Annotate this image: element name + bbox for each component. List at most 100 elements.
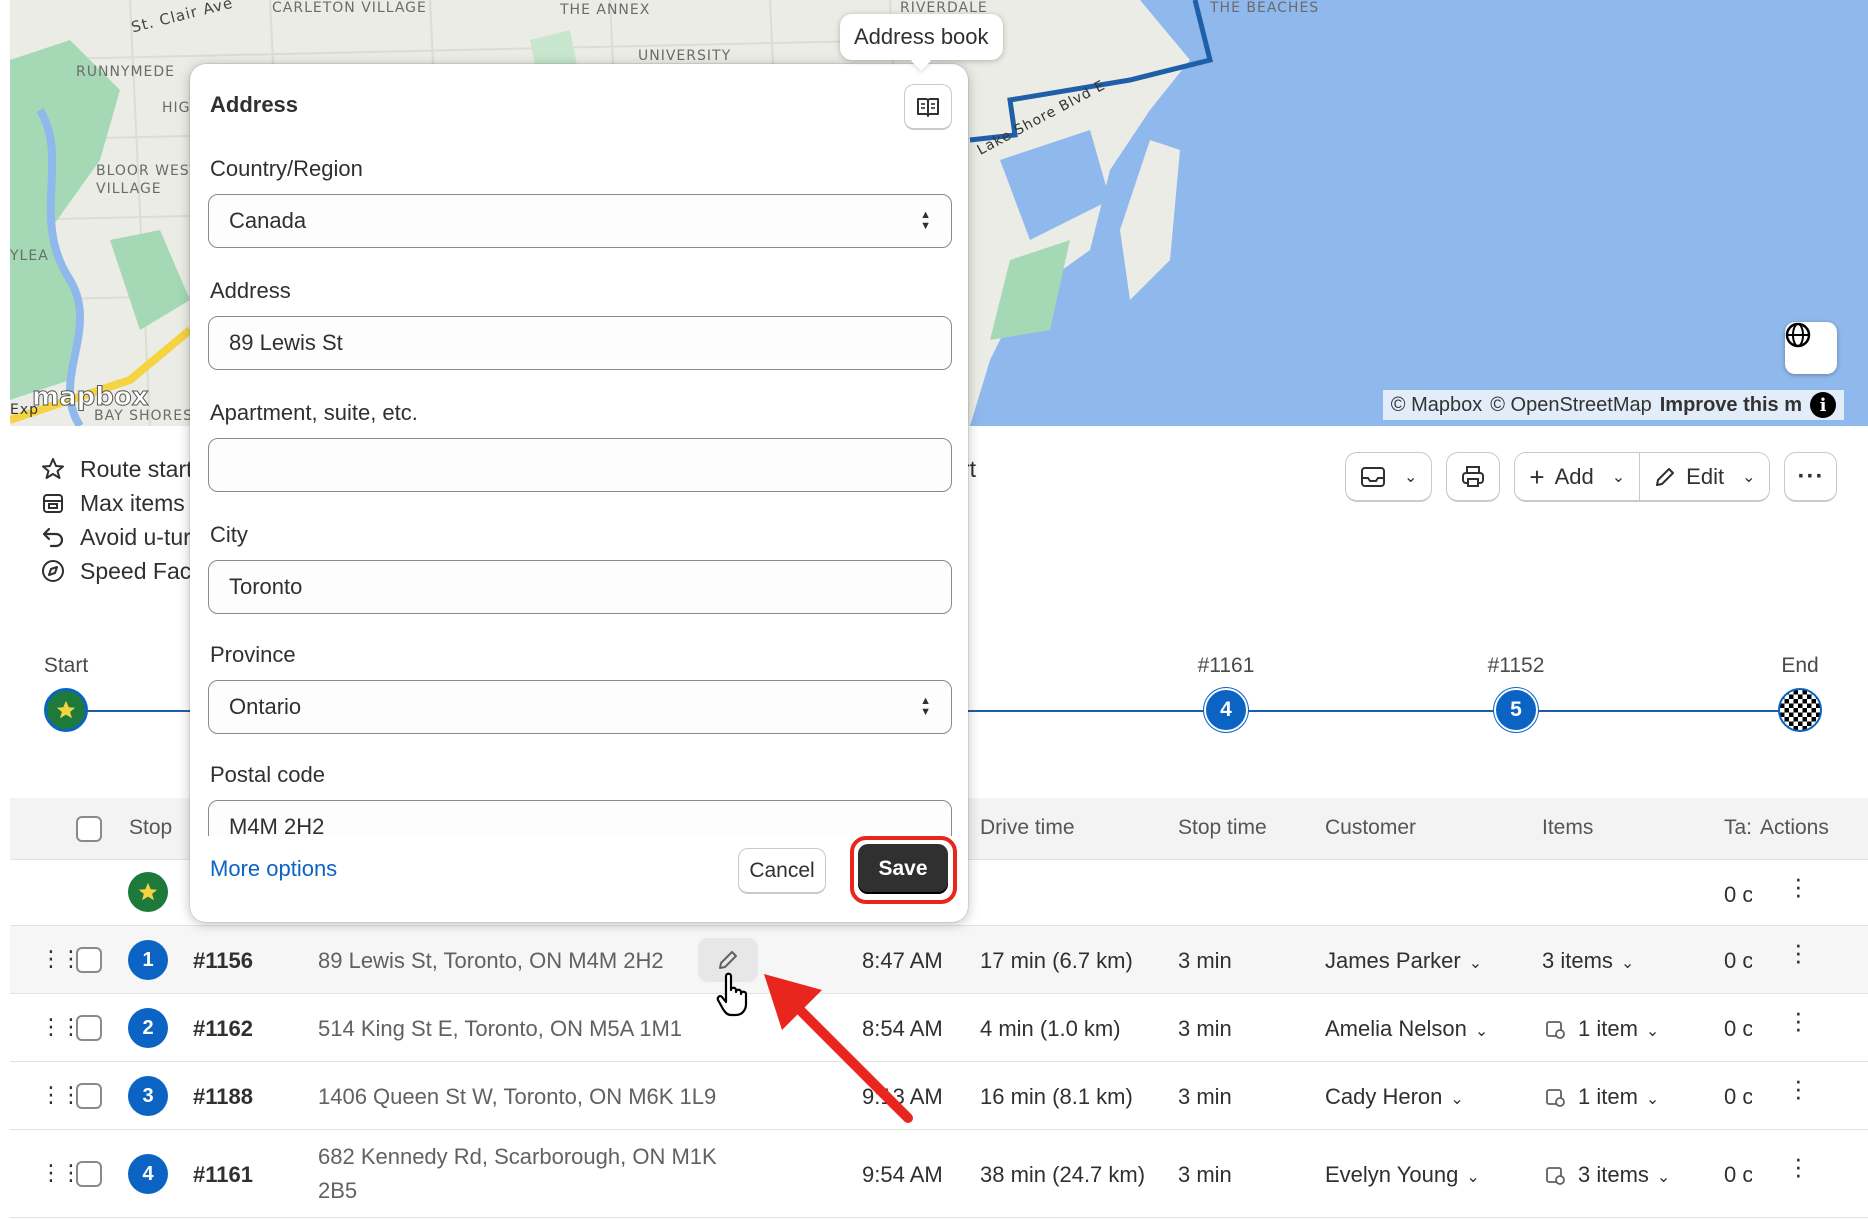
timeline-end-label: End: [1781, 654, 1819, 677]
row-checkbox[interactable]: [76, 1015, 102, 1041]
address-cell-line1: 682 Kennedy Rd, Scarborough, ON M1K: [318, 1144, 717, 1169]
address-cell: 89 Lewis St, Toronto, ON M4M 2H2: [318, 948, 664, 973]
column-header-stop[interactable]: Stop: [129, 816, 172, 840]
drag-handle-icon[interactable]: ⋮⋮: [40, 946, 82, 972]
items-count: 3 items: [1542, 948, 1613, 973]
order-number[interactable]: #1188: [193, 1084, 253, 1110]
cancel-button[interactable]: Cancel: [738, 848, 826, 894]
timeline-end-node[interactable]: [1778, 688, 1822, 732]
attribution-osm-link[interactable]: © OpenStreetMap: [1490, 394, 1651, 417]
address-input[interactable]: 89 Lewis St: [208, 316, 952, 370]
package-icon: [1546, 1167, 1565, 1185]
items-dropdown[interactable]: 1 item ⌄: [1544, 1084, 1659, 1110]
items-dropdown[interactable]: 3 items ⌄: [1542, 948, 1634, 974]
country-value: Canada: [229, 208, 307, 233]
province-select[interactable]: Ontario ▲ ▼: [208, 680, 952, 734]
order-number[interactable]: #1156: [193, 948, 253, 974]
map-label: RUNNYMEDE: [76, 64, 176, 80]
postal-code-input[interactable]: M4M 2H2: [208, 800, 952, 836]
chevron-down-icon: ⌄: [1611, 468, 1626, 486]
drag-handle-icon[interactable]: ⋮⋮: [40, 1014, 82, 1040]
pencil-icon: [719, 951, 737, 969]
city-input[interactable]: Toronto: [208, 560, 952, 614]
row-actions-icon[interactable]: · · ·: [1794, 999, 1803, 1041]
print-button[interactable]: [1446, 452, 1501, 502]
chevron-down-icon: ⌄: [1742, 468, 1756, 486]
row-actions-icon[interactable]: · · ·: [1794, 865, 1803, 907]
tasks-cell: 0 c: [1724, 882, 1752, 907]
hand-cursor-icon: [716, 972, 748, 1017]
stop-time-cell: 3 min: [1178, 948, 1232, 973]
add-menu-button[interactable]: + Add ⌄: [1515, 453, 1640, 500]
province-value: Ontario: [229, 694, 302, 719]
customer-dropdown[interactable]: Amelia Nelson ⌄: [1325, 1016, 1488, 1042]
table-row[interactable]: ⋮⋮ 2 #1162 514 King St E, Toronto, ON M5…: [10, 994, 1868, 1062]
items-dropdown[interactable]: 3 items ⌄: [1544, 1162, 1670, 1188]
select-all-checkbox[interactable]: [76, 816, 102, 842]
country-select[interactable]: Canada ▲ ▼: [208, 194, 952, 248]
more-options-link[interactable]: More options: [210, 856, 337, 882]
order-number[interactable]: #1161: [193, 1162, 253, 1188]
column-header-customer[interactable]: Customer: [1325, 816, 1416, 840]
drag-handle-icon[interactable]: ⋮⋮: [40, 1160, 82, 1186]
map-label: THE ANNEX: [560, 2, 651, 18]
row-checkbox[interactable]: [76, 947, 102, 973]
customer-dropdown[interactable]: James Parker ⌄: [1325, 948, 1482, 974]
improve-map-link[interactable]: Improve this m: [1660, 394, 1802, 417]
timeline-stop-node[interactable]: 4: [1204, 688, 1248, 732]
column-header-items[interactable]: Items: [1542, 816, 1593, 840]
row-checkbox[interactable]: [76, 1083, 102, 1109]
postal-code-value: M4M 2H2: [229, 814, 325, 836]
attribution-mapbox-link[interactable]: © Mapbox: [1391, 394, 1482, 417]
city-label: City: [210, 522, 248, 547]
table-row[interactable]: ⋮⋮ 1 #1156 89 Lewis St, Toronto, ON M4M …: [10, 926, 1868, 994]
customer-dropdown[interactable]: Evelyn Young ⌄: [1325, 1162, 1480, 1188]
items-count: 1 item: [1578, 1016, 1638, 1041]
row-actions-icon[interactable]: · · ·: [1794, 931, 1803, 973]
eta-cell: 9:54 AM: [862, 1162, 943, 1187]
province-label: Province: [210, 642, 296, 667]
column-header-tasks[interactable]: Ta:: [1724, 816, 1752, 840]
row-checkbox[interactable]: [76, 1161, 102, 1187]
box-icon: [40, 490, 66, 516]
address-label: Address: [210, 278, 291, 303]
select-arrows-icon: ▲ ▼: [920, 695, 931, 718]
address-book-button[interactable]: [904, 84, 952, 130]
route-info-row: Route start: [40, 452, 193, 486]
more-horizontal-icon: ···: [1797, 462, 1825, 490]
table-row[interactable]: ⋮⋮ 3 #1188 1406 Queen St W, Toronto, ON …: [10, 1062, 1868, 1130]
edit-label: Edit: [1686, 463, 1725, 489]
globe-button[interactable]: [1785, 322, 1837, 374]
tasks-cell: 0 c: [1724, 1016, 1752, 1041]
postal-code-label: Postal code: [210, 762, 325, 787]
apartment-input[interactable]: [208, 438, 952, 492]
info-icon[interactable]: i: [1810, 392, 1836, 418]
timeline-start-node[interactable]: [44, 688, 88, 732]
order-number[interactable]: #1162: [193, 1016, 253, 1042]
more-actions-button[interactable]: ···: [1784, 452, 1838, 502]
column-header-stop-time[interactable]: Stop time: [1178, 816, 1267, 840]
edit-menu-button[interactable]: Edit ⌄: [1639, 453, 1770, 500]
column-header-drive-time[interactable]: Drive time: [980, 816, 1075, 840]
star-icon: [40, 456, 66, 482]
edit-address-popover: Address Country/Region Canada ▲ ▼ Address…: [190, 64, 968, 922]
items-dropdown[interactable]: 1 item ⌄: [1544, 1016, 1659, 1042]
u-turn-icon: [40, 524, 66, 550]
drive-time-cell: 38 min (24.7 km): [980, 1162, 1146, 1187]
tasks-cell: 0 c: [1724, 948, 1752, 973]
drag-handle-icon[interactable]: ⋮⋮: [40, 1082, 82, 1108]
route-settings-summary: Route start Max items Avoid u-tur Speed …: [40, 452, 193, 588]
table-row[interactable]: ⋮⋮ 4 #1161 682 Kennedy Rd, Scarborough, …: [10, 1130, 1868, 1218]
eta-cell: 8:54 AM: [862, 1016, 943, 1041]
row-actions-icon[interactable]: · · ·: [1794, 1145, 1803, 1187]
email-menu-button[interactable]: ⌄: [1345, 452, 1433, 502]
timeline-stop-node[interactable]: 5: [1494, 688, 1538, 732]
row-actions-icon[interactable]: · · ·: [1794, 1067, 1803, 1109]
route-info-row: Avoid u-tur: [40, 520, 193, 554]
address-book-tooltip: Address book: [840, 14, 1003, 60]
drive-time-cell: 16 min (8.1 km): [980, 1084, 1133, 1109]
timeline-stop-label: #1161: [1197, 654, 1255, 677]
add-edit-button-group: + Add ⌄ Edit ⌄: [1514, 452, 1771, 502]
customer-dropdown[interactable]: Cady Heron ⌄: [1325, 1084, 1464, 1110]
save-button[interactable]: Save: [858, 844, 948, 894]
